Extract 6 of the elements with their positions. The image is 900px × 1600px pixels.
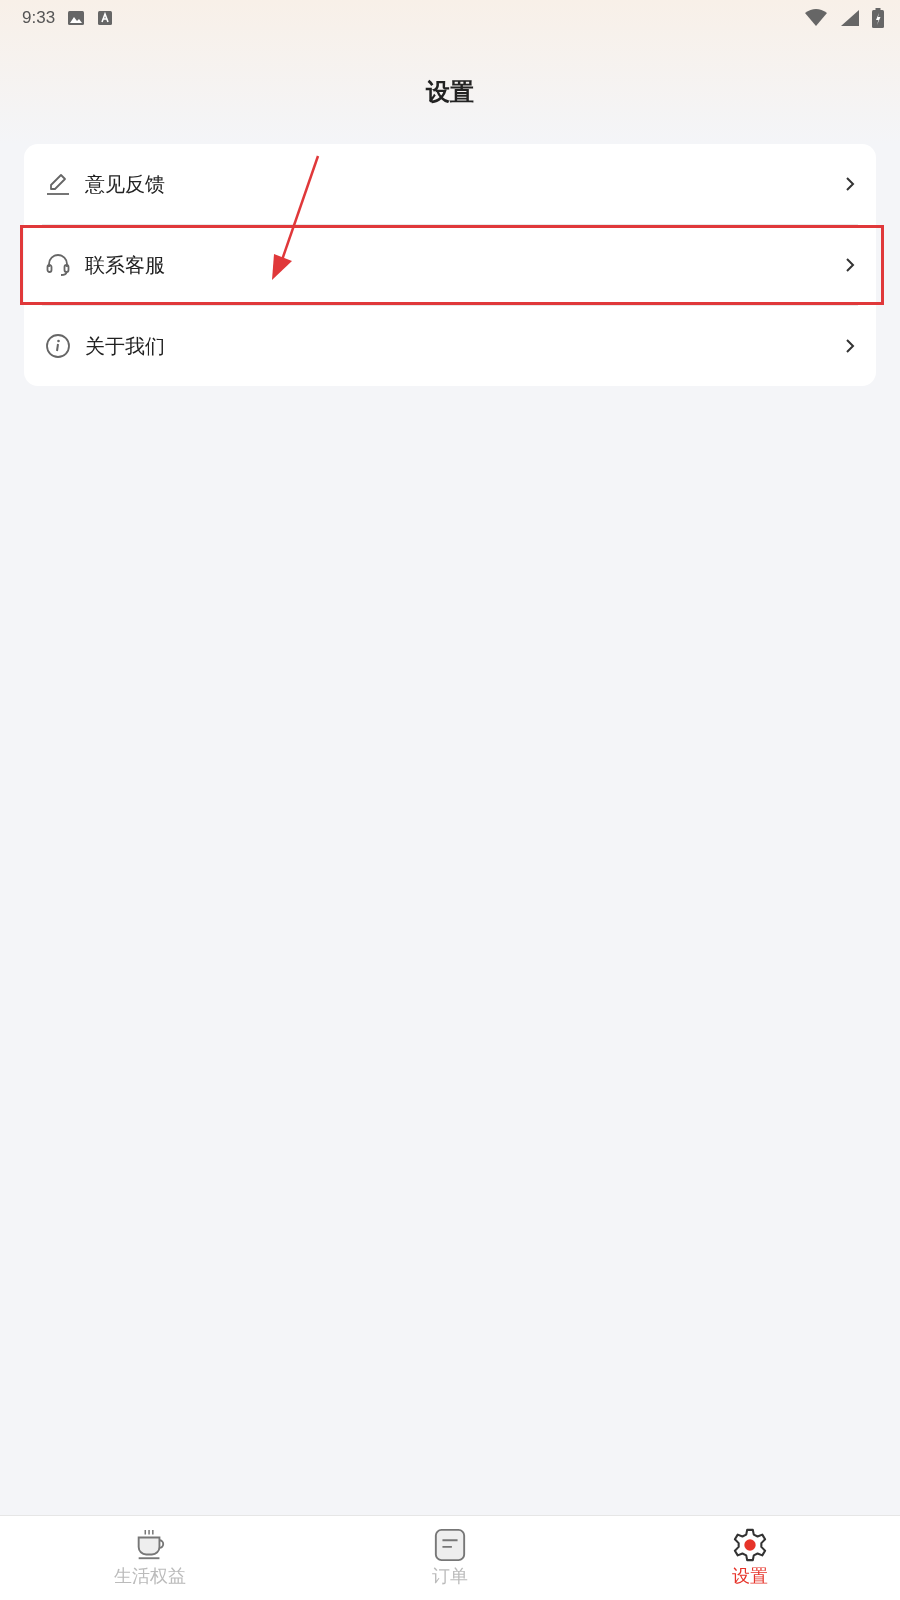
menu-item[interactable]: 关于我们 <box>20 306 884 386</box>
status-time: 9:33 <box>22 8 56 28</box>
menu-item[interactable]: 联系客服 <box>20 225 884 305</box>
menu-item[interactable]: 意见反馈 <box>20 144 884 224</box>
nav-tab[interactable]: 设置 <box>600 1516 900 1600</box>
page-title: 设置 <box>424 77 475 108</box>
